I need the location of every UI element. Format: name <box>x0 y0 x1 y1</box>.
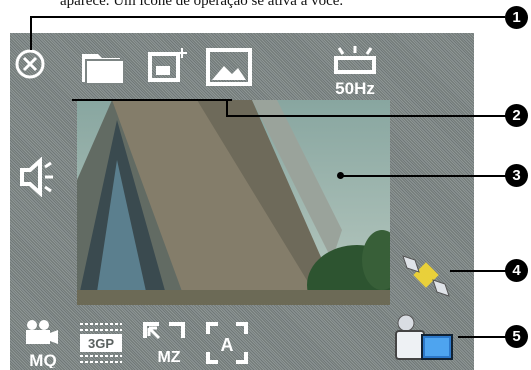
folder-icon[interactable] <box>80 48 132 88</box>
speaker-icon[interactable] <box>20 157 58 197</box>
auto-scene-label: A <box>221 335 234 355</box>
format-3gp-icon[interactable]: 3GP <box>78 320 124 366</box>
format-label: 3GP <box>88 336 114 351</box>
callout-2: 2 <box>505 104 528 127</box>
callout-line-3 <box>340 175 506 177</box>
page-caption: aparece. Um ícone de operação se ativa a… <box>60 0 344 9</box>
video-quality-mq-icon[interactable]: MQ <box>18 318 68 368</box>
auto-scene-icon[interactable]: A <box>204 320 250 366</box>
callout-3: 3 <box>505 164 528 187</box>
image-icon[interactable] <box>206 48 252 88</box>
flicker-50hz-icon[interactable]: 50Hz <box>333 44 377 98</box>
camcorder-icon[interactable] <box>392 313 456 365</box>
callout-line-2 <box>226 115 506 117</box>
flicker-label: 50Hz <box>335 79 375 98</box>
viewfinder-preview <box>77 100 390 305</box>
zoom-mz-icon[interactable]: MZ <box>141 320 187 366</box>
callout-line-1 <box>30 16 505 18</box>
callout-line-1-drop <box>30 16 32 50</box>
callout-4: 4 <box>505 259 528 282</box>
video-quality-label: MQ <box>29 351 56 368</box>
callout-line-2-drop <box>226 99 228 115</box>
capture-mode-icon[interactable] <box>148 46 190 86</box>
close-icon[interactable] <box>14 48 46 80</box>
zoom-label: MZ <box>157 349 180 366</box>
callout-dot-3 <box>337 172 344 179</box>
callout-line-4 <box>450 270 506 272</box>
settings-wrench-icon[interactable] <box>397 250 455 302</box>
callout-5: 5 <box>505 325 528 348</box>
callout-line-5 <box>458 336 506 338</box>
callout-1: 1 <box>505 6 528 29</box>
top-bar-divider <box>72 99 232 101</box>
